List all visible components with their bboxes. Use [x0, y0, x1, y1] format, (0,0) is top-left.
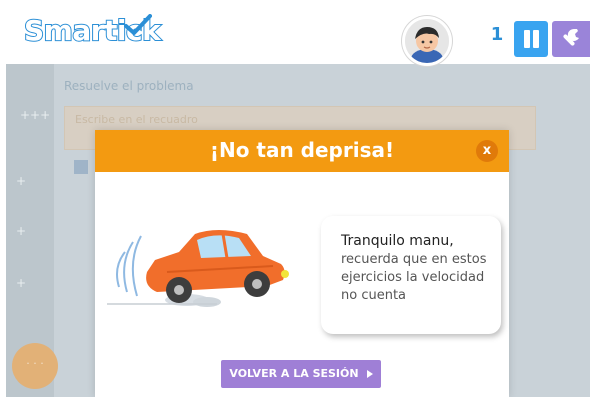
pause-button[interactable]: [514, 21, 548, 57]
answer-panel-text: Escribe en el recuadro: [75, 113, 198, 126]
rail-mark: +: [16, 224, 27, 238]
avatar[interactable]: [402, 16, 452, 66]
modal-title: ¡No tan deprisa!: [209, 138, 395, 162]
back-to-session-label: VOLVER A LA SESIÓN: [229, 367, 359, 380]
message-body: recuerda que en estos ejercicios la velo…: [341, 252, 487, 303]
checkmark-icon: [124, 14, 152, 35]
top-bar: Smartick 1: [0, 0, 590, 66]
settings-button[interactable]: [552, 21, 590, 57]
help-button[interactable]: . . .: [12, 343, 58, 389]
close-button[interactable]: x: [476, 140, 498, 162]
warning-modal: ¡No tan deprisa! x Tranquilo manu, recue…: [95, 130, 509, 397]
wrench-icon: [563, 28, 579, 46]
boy-avatar-icon: [405, 19, 449, 63]
frame-border: [0, 0, 6, 397]
close-icon: x: [482, 143, 492, 158]
speech-bubble-text: Tranquilo manu, recuerda que en estos ej…: [341, 232, 491, 305]
play-arrow-icon: [366, 370, 373, 378]
instruction-text: Resuelve el problema: [64, 79, 194, 93]
speech-bubble: Tranquilo manu, recuerda que en estos ej…: [321, 216, 501, 334]
back-to-session-button[interactable]: VOLVER A LA SESIÓN: [221, 360, 381, 388]
session-counter: 1: [490, 24, 504, 45]
rail-mark: +++: [20, 108, 51, 122]
help-dots: . . .: [26, 354, 44, 367]
rail-mark: +: [16, 174, 27, 188]
car-illustration: [107, 230, 289, 307]
message-greeting: Tranquilo manu,: [341, 233, 454, 249]
app-window: +++ + + + Resuelve el problema Escribe e…: [0, 0, 590, 397]
modal-header: ¡No tan deprisa! x: [95, 130, 509, 172]
rail-mark: +: [16, 276, 27, 290]
answer-box: [74, 160, 88, 174]
